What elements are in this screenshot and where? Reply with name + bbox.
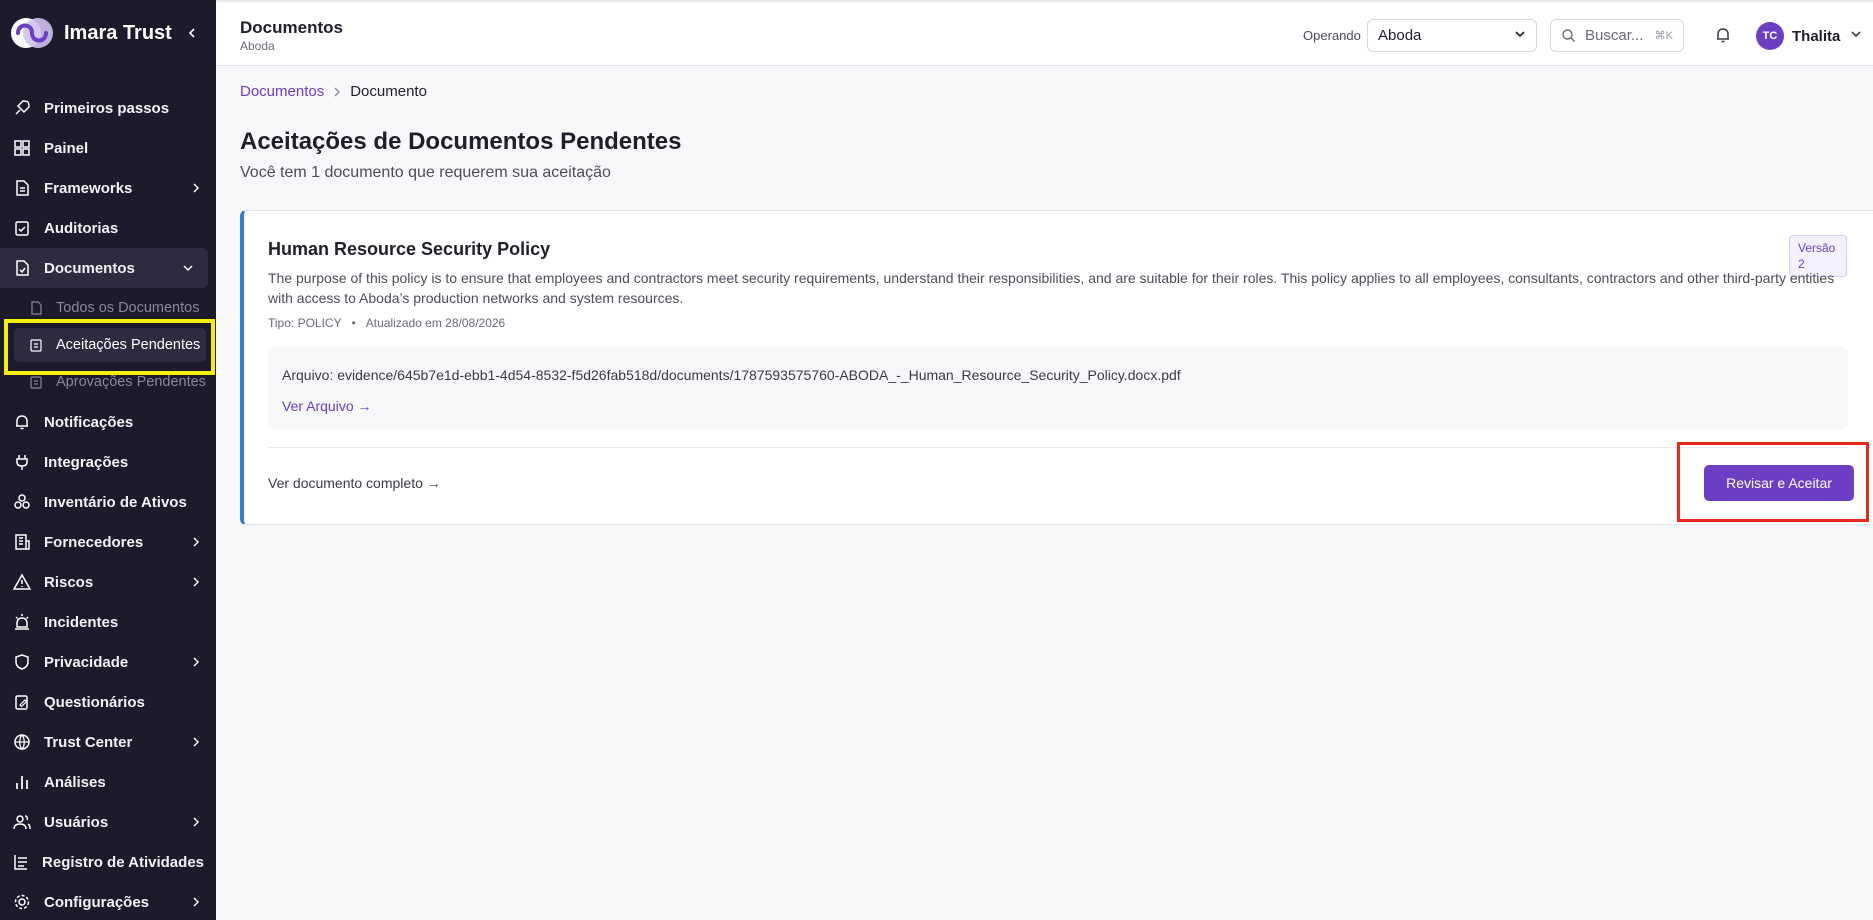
notifications-bell-icon[interactable]: [1712, 24, 1734, 46]
document-title: Human Resource Security Policy: [268, 239, 551, 259]
collapse-sidebar-icon[interactable]: [182, 23, 202, 43]
search-shortcut: ⌘K: [1654, 30, 1673, 42]
chevron-right-icon: [188, 894, 204, 910]
chevron-right-icon: [188, 180, 204, 196]
log-icon: [12, 852, 30, 872]
building-icon: [12, 532, 32, 552]
warning-icon: [12, 572, 32, 592]
file-check-icon: [12, 258, 32, 278]
brand[interactable]: Imara Trust: [0, 0, 216, 66]
breadcrumb-current: Documento: [350, 83, 427, 100]
globe-icon: [12, 732, 32, 752]
users-icon: [12, 812, 32, 832]
clipboard-icon: [28, 337, 44, 353]
bell-icon: [12, 412, 32, 432]
document-type: Tipo: POLICY: [268, 316, 342, 330]
chevron-down-icon: [1514, 27, 1526, 44]
file-box: Arquivo: evidence/645b7e1d-ebb1-4d54-853…: [268, 347, 1848, 429]
sidebar-item-incidentes[interactable]: Incidentes: [0, 602, 216, 642]
top-header: Documentos Aboda Operando Aboda Buscar..…: [216, 0, 1873, 66]
sidebar-item-analises[interactable]: Análises: [0, 762, 216, 802]
chevron-right-icon: [332, 87, 342, 97]
siren-icon: [12, 612, 32, 632]
sidebar-subitem-aprovacoes-pendentes[interactable]: Aprovações Pendentes: [0, 362, 216, 402]
breadcrumb: Documentos Documento: [240, 83, 427, 100]
file-icon: [28, 300, 44, 316]
sidebar: Imara Trust Primeiros passos Painel Fram…: [0, 0, 216, 920]
rocket-icon: [12, 98, 32, 118]
sidebar-item-configuracoes[interactable]: Configurações: [0, 882, 216, 920]
sidebar-item-painel[interactable]: Painel: [0, 128, 216, 168]
sidebar-item-privacidade[interactable]: Privacidade: [0, 642, 216, 682]
avatar: TC: [1756, 22, 1784, 50]
user-menu[interactable]: TC Thalita: [1756, 22, 1862, 50]
sidebar-subitem-todos-documentos[interactable]: Todos os Documentos: [0, 288, 216, 328]
sidebar-subitem-aceitacoes-pendentes[interactable]: Aceitações Pendentes: [14, 328, 206, 362]
chevron-down-icon: [1850, 27, 1862, 45]
bar-chart-icon: [12, 772, 32, 792]
operating-label: Operando: [1303, 28, 1361, 43]
sidebar-item-inventario[interactable]: Inventário de Ativos: [0, 482, 216, 522]
sidebar-item-usuarios[interactable]: Usuários: [0, 802, 216, 842]
file-icon: [12, 178, 32, 198]
sidebar-item-riscos[interactable]: Riscos: [0, 562, 216, 602]
document-updated: Atualizado em 28/08/2026: [365, 316, 506, 330]
chevron-right-icon: [188, 534, 204, 550]
page-subtitle: Você tem 1 documento que requerem sua ac…: [240, 164, 611, 181]
page-title: Aceitações de Documentos Pendentes: [240, 128, 682, 155]
breadcrumb-link-documentos[interactable]: Documentos: [240, 83, 324, 100]
sidebar-item-frameworks[interactable]: Frameworks: [0, 168, 216, 208]
clipboard-edit-icon: [12, 692, 32, 712]
chevron-right-icon: [188, 654, 204, 670]
view-full-document-link[interactable]: Ver documento completo →: [268, 475, 441, 491]
review-accept-button[interactable]: Revisar e Aceitar: [1704, 465, 1854, 501]
sidebar-item-registro[interactable]: Registro de Atividades: [0, 842, 216, 882]
chevron-right-icon: [188, 734, 204, 750]
sidebar-item-integracoes[interactable]: Integrações: [0, 442, 216, 482]
search-input[interactable]: Buscar... ⌘K: [1550, 19, 1684, 52]
page-header-title: Documentos: [240, 18, 343, 37]
sidebar-item-primeiros-passos[interactable]: Primeiros passos: [0, 88, 216, 128]
chevron-down-icon: [180, 260, 196, 276]
sidebar-item-documentos[interactable]: Documentos: [0, 248, 208, 288]
plug-icon: [12, 452, 32, 472]
sidebar-item-auditorias[interactable]: Auditorias: [0, 208, 216, 248]
brand-name: Imara Trust: [64, 21, 172, 44]
chevron-right-icon: [188, 574, 204, 590]
sidebar-item-fornecedores[interactable]: Fornecedores: [0, 522, 216, 562]
sidebar-item-notificacoes[interactable]: Notificações: [0, 402, 216, 442]
gear-icon: [12, 892, 32, 912]
user-name: Thalita: [1792, 27, 1841, 45]
meta-separator: •: [351, 316, 356, 330]
dashboard-icon: [12, 138, 32, 158]
clipboard-check-icon: [12, 218, 32, 238]
document-description: The purpose of this policy is to ensure …: [268, 270, 1835, 306]
view-file-link[interactable]: Ver Arquivo →: [282, 398, 372, 414]
organization-select[interactable]: Aboda: [1367, 19, 1537, 52]
document-card: Human Resource Security Policy Versão 2 …: [240, 210, 1873, 525]
sidebar-item-trust-center[interactable]: Trust Center: [0, 722, 216, 762]
divider: [268, 447, 1848, 448]
sidebar-item-questionarios[interactable]: Questionários: [0, 682, 216, 722]
clipboard-icon: [28, 374, 44, 390]
chevron-right-icon: [188, 814, 204, 830]
document-meta: Tipo: POLICY • Atualizado em 28/08/2026: [268, 316, 505, 330]
boxes-icon: [12, 492, 32, 512]
page-header-subtitle: Aboda: [240, 39, 275, 53]
shield-icon: [12, 652, 32, 672]
file-path: Arquivo: evidence/645b7e1d-ebb1-4d54-853…: [282, 367, 1181, 383]
brand-logo-icon: [11, 18, 53, 48]
sidebar-nav: Primeiros passos Painel Frameworks Audit…: [0, 88, 216, 920]
search-icon: [1561, 28, 1577, 44]
